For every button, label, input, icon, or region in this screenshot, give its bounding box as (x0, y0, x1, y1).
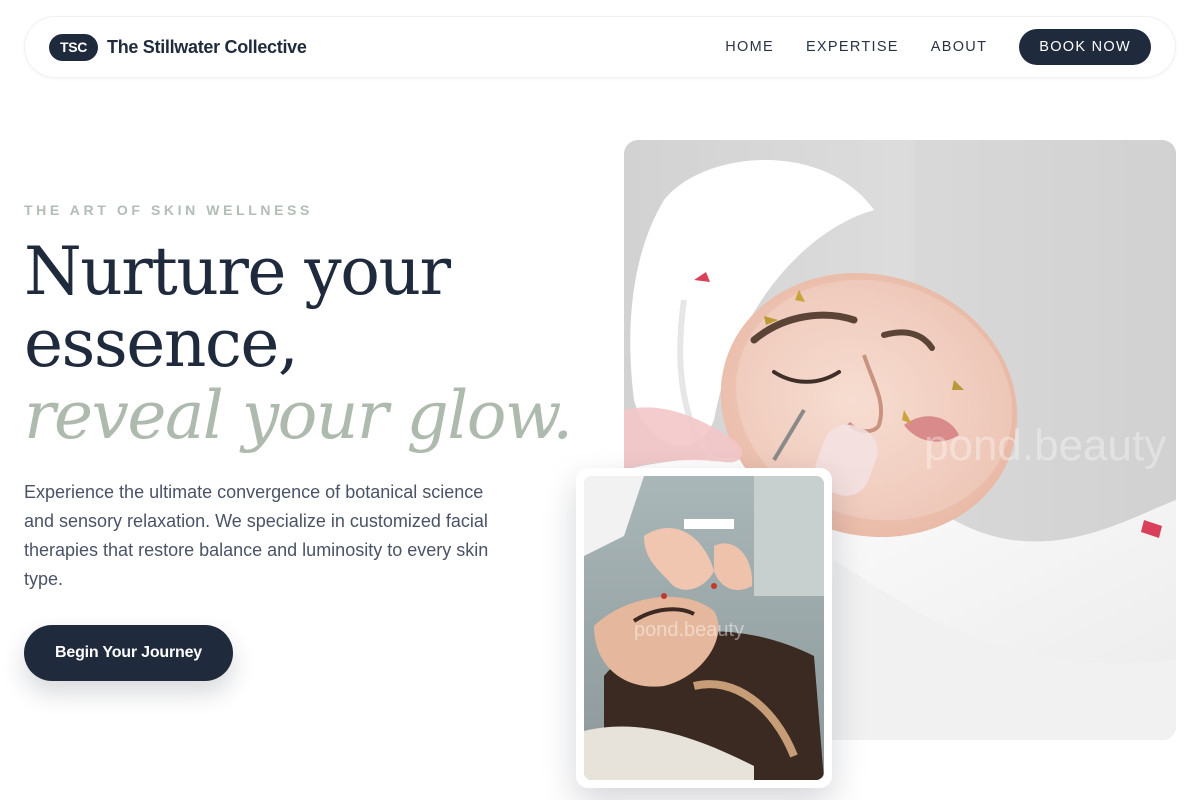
page: TSC The Stillwater Collective HOME EXPER… (0, 0, 1200, 800)
nav-link-home[interactable]: HOME (725, 39, 774, 55)
headline-line-1: Nurture your (24, 233, 451, 310)
main-image-watermark: pond.beauty (924, 421, 1166, 470)
brand-name[interactable]: The Stillwater Collective (107, 37, 307, 58)
nav-link-expertise[interactable]: EXPERTISE (806, 39, 899, 55)
inset-image-watermark: pond.beauty (634, 619, 744, 641)
brand[interactable]: TSC The Stillwater Collective (49, 33, 307, 61)
navbar: TSC The Stillwater Collective HOME EXPER… (24, 16, 1176, 78)
nav-links: HOME EXPERTISE ABOUT BOOK NOW (725, 29, 1151, 65)
headline-accent: reveal your glow. (24, 377, 573, 454)
hero-headline: Nurture your essence, reveal your glow. (24, 236, 604, 452)
hero-inset-image-frame: pond.beauty (576, 468, 832, 788)
hero-eyebrow: THE ART OF SKIN WELLNESS (24, 202, 313, 218)
headline-line-2: essence, (24, 305, 299, 382)
begin-journey-button[interactable]: Begin Your Journey (24, 625, 233, 681)
nav-link-about[interactable]: ABOUT (931, 39, 987, 55)
eyebrow-treatment-illustration: pond.beauty (584, 476, 824, 780)
logo-badge[interactable]: TSC (49, 33, 98, 61)
hero-description: Experience the ultimate convergence of b… (24, 482, 489, 589)
book-now-button[interactable]: BOOK NOW (1019, 29, 1151, 65)
hero-inset-image: pond.beauty (584, 476, 824, 780)
